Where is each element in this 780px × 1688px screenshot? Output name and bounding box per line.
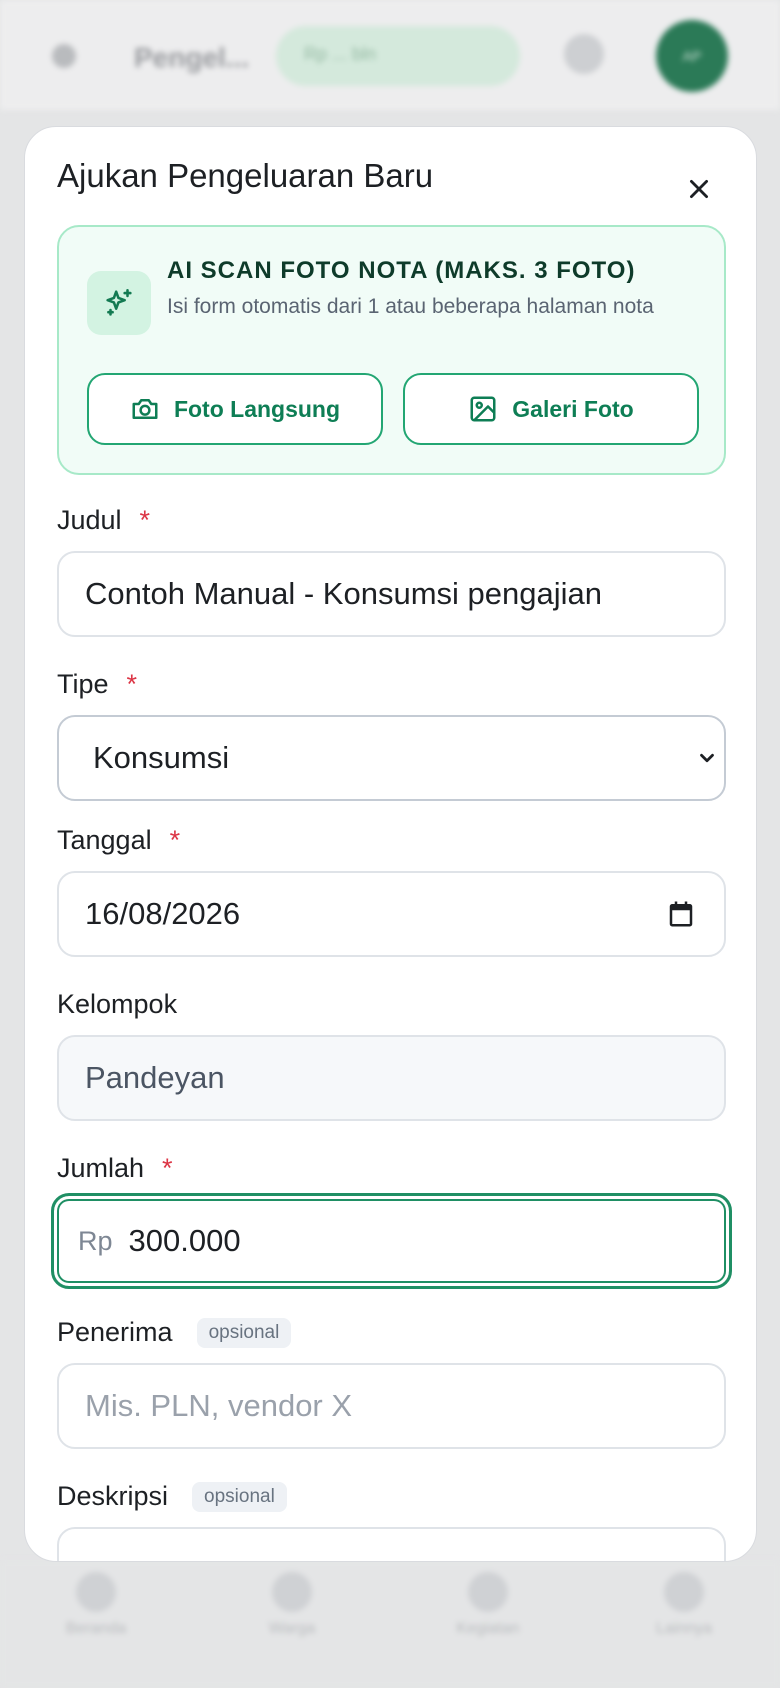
home-icon [76, 1572, 116, 1612]
period-pill: Rp ... bln [276, 26, 520, 86]
nav-item-kegiatan: Kegiatan [428, 1572, 548, 1638]
tanggal-label: Tanggal * [57, 825, 181, 855]
judul-label: Judul * [57, 505, 151, 535]
expense-modal: Ajukan Pengeluaran Baru AI SCAN FOTO NOT… [24, 126, 757, 1562]
calendar-icon [468, 1572, 508, 1612]
bell-icon [564, 34, 604, 74]
gallery-button-label: Galeri Foto [512, 395, 634, 422]
gallery-button[interactable]: Galeri Foto [403, 373, 699, 445]
menu-icon [664, 1572, 704, 1612]
tipe-select[interactable]: Konsumsi [57, 715, 726, 801]
jumlah-label: Jumlah * [57, 1153, 173, 1183]
required-marker: * [162, 1153, 173, 1183]
scan-description: Isi form otomatis dari 1 atau beberapa h… [167, 295, 654, 318]
back-icon [52, 44, 76, 68]
required-marker: * [169, 825, 181, 855]
optional-badge: opsional [192, 1481, 287, 1512]
sparkles-icon [106, 288, 132, 316]
required-marker: * [126, 669, 138, 699]
judul-input[interactable]: Contoh Manual - Konsumsi pengajian [57, 551, 726, 637]
nav-item-lainnya: Lainnya [624, 1572, 744, 1638]
nav-item-warga: Warga [232, 1572, 352, 1638]
tanggal-input[interactable]: 16/08/2026 [57, 871, 726, 957]
image-icon [470, 396, 496, 422]
users-icon [272, 1572, 312, 1612]
modal-title: Ajukan Pengeluaran Baru [57, 157, 434, 194]
close-icon [690, 180, 708, 198]
jumlah-input[interactable]: Rp 300.000 [51, 1193, 732, 1289]
chevron-down-icon [696, 747, 718, 769]
close-button[interactable] [681, 171, 717, 207]
bottom-nav: Beranda Warga Kegiatan Lainnya [0, 1560, 780, 1688]
camera-icon [132, 399, 158, 419]
camera-button[interactable]: Foto Langsung [87, 373, 383, 445]
kelompok-label: Kelompok [57, 989, 178, 1019]
background-header: Pengel... Rp ... bln AP [0, 0, 780, 110]
deskripsi-textarea[interactable] [57, 1527, 726, 1561]
sparkles-icon-box [87, 271, 151, 335]
tipe-label: Tipe * [57, 669, 138, 699]
nav-item-beranda: Beranda [36, 1572, 156, 1638]
ai-scan-card: AI SCAN FOTO NOTA (MAKS. 3 FOTO) Isi for… [57, 225, 726, 475]
camera-button-label: Foto Langsung [173, 395, 341, 422]
avatar: AP [656, 20, 728, 92]
required-marker: * [139, 505, 151, 535]
currency-prefix: Rp [78, 1225, 113, 1256]
optional-badge: opsional [196, 1317, 292, 1348]
calendar-icon[interactable] [666, 899, 696, 929]
deskripsi-label: Deskripsi opsional [57, 1481, 287, 1512]
kelompok-field: Pandeyan [57, 1035, 726, 1121]
penerima-label: Penerima opsional [57, 1317, 292, 1348]
scan-title: AI SCAN FOTO NOTA (MAKS. 3 FOTO) [167, 257, 636, 284]
penerima-input[interactable]: Mis. PLN, vendor X [57, 1363, 726, 1449]
background-title: Pengel... [134, 42, 250, 73]
